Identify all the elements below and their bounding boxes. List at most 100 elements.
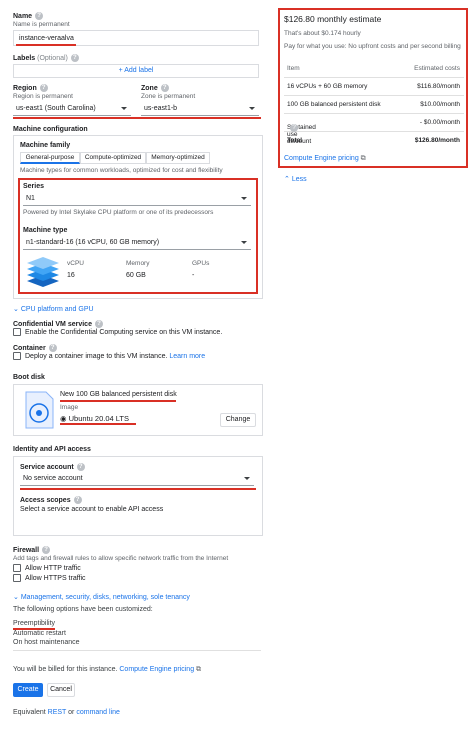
help-icon[interactable]: ? xyxy=(160,84,169,92)
memory-value: 60 GB xyxy=(126,272,146,279)
command-line-link[interactable]: command line xyxy=(76,709,120,716)
machine-family-label: Machine family xyxy=(20,142,71,149)
vcpu-value: 16 xyxy=(67,272,75,279)
machine-config-label: Machine configuration xyxy=(13,126,88,133)
external-link-icon: ⧉ xyxy=(196,666,202,673)
series-select[interactable]: N1 xyxy=(23,192,251,206)
rest-link[interactable]: REST xyxy=(48,709,67,716)
labels-label: Labels (Optional)? xyxy=(13,54,79,62)
table-total-row: Total $126.80/month xyxy=(284,132,464,150)
zone-label: Zone? xyxy=(141,84,169,92)
http-checkbox[interactable] xyxy=(13,564,21,572)
table-row: 100 GB balanced persistent disk $10.00/m… xyxy=(284,96,464,114)
help-icon[interactable]: ? xyxy=(70,54,79,62)
identity-label: Identity and API access xyxy=(13,446,91,453)
external-link-icon: ⧉ xyxy=(360,155,366,162)
https-checkbox[interactable] xyxy=(13,574,21,582)
help-icon[interactable]: ? xyxy=(35,12,44,20)
customized-item: On host maintenance xyxy=(13,639,80,646)
image-value: ◉ Ubuntu 20.04 LTS xyxy=(60,414,129,423)
learn-more-link[interactable]: Learn more xyxy=(169,353,205,360)
machine-family-desc: Machine types for common workloads, opti… xyxy=(20,167,223,174)
series-desc: Powered by Intel Skylake CPU platform or… xyxy=(23,209,214,216)
customized-intro: The following options have been customiz… xyxy=(13,606,153,613)
name-label: Name? xyxy=(13,12,44,20)
http-checkbox-row[interactable]: Allow HTTP traffic xyxy=(13,564,81,572)
estimate-note: Pay for what you use: No upfront costs a… xyxy=(284,43,461,50)
confidential-checkbox-row[interactable]: Enable the Confidential Computing servic… xyxy=(13,328,222,336)
estimate-table: Item Estimated costs 16 vCPUs + 60 GB me… xyxy=(284,60,464,150)
chevron-down-icon xyxy=(121,107,127,110)
chevron-down-icon xyxy=(249,107,255,110)
help-icon[interactable]: ? xyxy=(39,84,48,92)
disk-icon xyxy=(25,391,54,429)
zone-select[interactable]: us-east1-b xyxy=(141,102,259,116)
highlight-underline xyxy=(16,44,76,46)
firewall-label: Firewall? xyxy=(13,546,51,554)
memory-header: Memory xyxy=(126,260,150,267)
firewall-desc: Add tags and firewall rules to allow spe… xyxy=(13,555,229,562)
service-account-select[interactable]: No service account xyxy=(20,472,254,486)
help-icon[interactable]: ? xyxy=(48,344,57,352)
highlight-underline xyxy=(60,400,176,402)
container-checkbox-row[interactable]: Deploy a container image to this VM inst… xyxy=(13,352,205,360)
change-button[interactable]: Change xyxy=(220,413,256,427)
gpus-header: GPUs xyxy=(192,260,210,267)
tab-general-purpose[interactable]: General-purpose xyxy=(20,152,80,164)
row-cost: $116.80/month xyxy=(417,83,460,90)
create-button[interactable]: Create xyxy=(13,683,43,697)
col-cost: Estimated costs xyxy=(414,65,460,72)
https-checkbox-row[interactable]: Allow HTTPS traffic xyxy=(13,574,86,582)
help-icon[interactable]: ? xyxy=(290,124,298,132)
zone-sublabel: Zone is permanent xyxy=(141,93,196,100)
estimate-title: $126.80 monthly estimate xyxy=(284,14,382,24)
help-icon[interactable]: ? xyxy=(42,546,51,554)
highlight-underline xyxy=(20,488,256,490)
customized-item: Automatic restart xyxy=(13,630,66,637)
tab-compute-optimized[interactable]: Compute-optimized xyxy=(80,152,146,164)
container-checkbox[interactable] xyxy=(13,352,21,360)
management-link[interactable]: ⌄ Management, security, disks, networkin… xyxy=(13,593,190,601)
equivalent-line: Equivalent REST or command line xyxy=(13,709,120,716)
region-sublabel: Region is permanent xyxy=(13,93,73,100)
service-account-label: Service account? xyxy=(20,463,85,471)
divider xyxy=(13,650,261,651)
access-scopes-label: Access scopes? xyxy=(20,496,82,504)
chevron-down-icon: ⌄ xyxy=(13,306,21,313)
total-label: Total xyxy=(287,137,303,144)
pricing-link[interactable]: Compute Engine pricing xyxy=(119,666,194,673)
container-label: Container? xyxy=(13,344,57,352)
machine-type-label: Machine type xyxy=(23,227,68,234)
region-label: Region? xyxy=(13,84,48,92)
series-label: Series xyxy=(23,183,45,190)
help-icon[interactable]: ? xyxy=(76,463,85,471)
machine-type-select[interactable]: n1-standard-16 (16 vCPU, 60 GB memory) xyxy=(23,236,251,250)
cancel-button[interactable]: Cancel xyxy=(47,683,75,697)
cpu-platform-link[interactable]: ⌄ CPU platform and GPU xyxy=(13,305,94,313)
region-select[interactable]: us-east1 (South Carolina) xyxy=(13,102,131,116)
help-icon[interactable]: ? xyxy=(73,496,82,504)
help-icon[interactable]: ? xyxy=(94,320,103,328)
boot-disk-label: Boot disk xyxy=(13,374,45,381)
confidential-checkbox[interactable] xyxy=(13,328,21,336)
name-sublabel: Name is permanent xyxy=(13,21,70,28)
total-value: $126.80/month xyxy=(414,137,460,144)
confidential-label: Confidential VM service? xyxy=(13,320,103,328)
identity-panel: Service account? No service account Acce… xyxy=(13,456,263,536)
row-item: 16 vCPUs + 60 GB memory xyxy=(287,83,368,90)
highlight-box: Series N1 Powered by Intel Skylake CPU p… xyxy=(18,178,258,294)
access-scopes-desc: Select a service account to enable API a… xyxy=(20,506,164,513)
add-label-button[interactable]: + Add label xyxy=(13,64,259,78)
tab-memory-optimized[interactable]: Memory-optimized xyxy=(146,152,210,164)
chevron-down-icon xyxy=(241,197,247,200)
image-label: Image xyxy=(60,404,79,411)
machine-stack-icon xyxy=(27,257,59,287)
table-header: Item Estimated costs xyxy=(284,60,464,78)
disk-name: New 100 GB balanced persistent disk xyxy=(60,391,177,398)
estimate-pricing-link[interactable]: Compute Engine pricing ⧉ xyxy=(284,155,366,163)
vcpu-header: vCPU xyxy=(67,260,84,267)
chevron-down-icon: ⌄ xyxy=(13,594,21,601)
billing-note: You will be billed for this instance. Co… xyxy=(13,666,202,673)
chevron-down-icon xyxy=(241,241,247,244)
less-link[interactable]: ⌃ Less xyxy=(284,175,307,183)
